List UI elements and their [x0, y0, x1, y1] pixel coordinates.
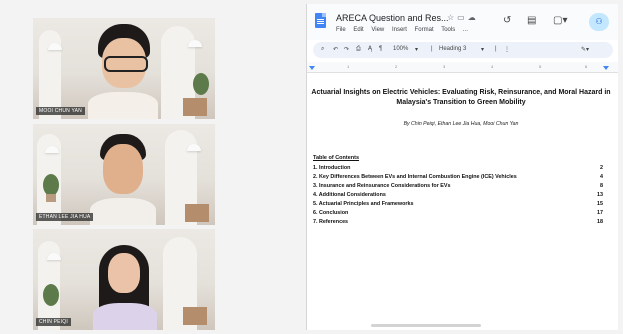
more-icon[interactable]: ⋮: [504, 46, 510, 53]
shirt: [88, 92, 158, 119]
toc-label: 3. Insurance and Reinsurance Considerati…: [313, 183, 451, 189]
share-icon[interactable]: ⚇: [589, 13, 609, 31]
participant-1-video: [88, 24, 158, 119]
participant-3-video: [93, 245, 157, 330]
horizontal-scrollbar[interactable]: [371, 324, 481, 327]
video-tile-3[interactable]: CHIN PEIQI: [33, 229, 215, 330]
menu-more[interactable]: ...: [463, 27, 468, 33]
search-icon[interactable]: ⌕: [321, 46, 324, 53]
toc-label: 7. References: [313, 219, 349, 225]
document-authors: By Chin Peiqi, Ethan Lee Jia Hua, Mooi C…: [403, 121, 519, 127]
toc-item[interactable]: 7. References 18: [313, 219, 603, 227]
cabinet: [183, 307, 207, 325]
plant: [43, 174, 59, 196]
ruler-mark: 1: [347, 64, 350, 69]
toc-title: Table of Contents: [313, 155, 360, 161]
toc-item[interactable]: 1. Introduction 2: [313, 165, 603, 173]
video-tile-1[interactable]: MOOI CHUN YAN: [33, 18, 215, 119]
participant-2-video: [88, 134, 158, 225]
redo-icon[interactable]: ↷: [344, 46, 349, 53]
document-title[interactable]: ARECA Question and Res...: [336, 13, 449, 23]
cabinet: [183, 98, 207, 116]
document-heading: Actuarial Insights on Electric Vehicles:…: [311, 89, 611, 106]
edit-mode-icon[interactable]: ✎▾: [581, 46, 589, 53]
shirt: [93, 303, 157, 330]
toc-item[interactable]: 4. Additional Considerations 13: [313, 192, 603, 200]
plant: [193, 73, 209, 95]
toc-page: 17: [597, 210, 603, 216]
pendant-lamp: [47, 253, 61, 260]
ruler: 1 2 3 4 5 6: [307, 62, 618, 73]
meet-icon[interactable]: ▢▾: [553, 15, 567, 26]
pendant-lamp: [48, 43, 62, 50]
toc-label: 2. Key Differences Between EVs and Inter…: [313, 174, 517, 180]
toc-label: 6. Conclusion: [313, 210, 349, 216]
toc-label: 1. Introduction: [313, 165, 351, 171]
left-indent-marker[interactable]: [309, 66, 315, 70]
chevron-down-icon[interactable]: ▾: [415, 46, 418, 53]
menu-format[interactable]: Format: [415, 27, 434, 33]
shirt: [90, 198, 156, 225]
print-icon[interactable]: ⎙: [356, 46, 361, 53]
plant-pot: [46, 194, 56, 202]
chevron-down-icon[interactable]: ▾: [481, 46, 484, 53]
cloud-icon[interactable]: ☁: [468, 13, 479, 22]
video-call-panel: MOOI CHUN YAN ETHAN LEE JIA HUA CHIN PEI…: [0, 0, 306, 334]
right-indent-marker[interactable]: [603, 66, 609, 70]
menu-tools[interactable]: Tools: [441, 27, 455, 33]
toc-label: 4. Additional Considerations: [313, 192, 386, 198]
folder-icon[interactable]: ▭: [457, 13, 468, 22]
ruler-mark: 4: [491, 64, 494, 69]
paint-format-icon[interactable]: ¶: [379, 46, 382, 52]
toc-page: 8: [600, 183, 603, 189]
participant-name: MOOI CHUN YAN: [36, 107, 85, 115]
spellcheck-icon[interactable]: Ą: [368, 46, 372, 52]
ruler-mark: 6: [585, 64, 588, 69]
title-icons: ☆▭☁: [447, 13, 479, 22]
menu-bar: File Edit View Insert Format Tools ...: [336, 27, 474, 33]
formatting-toolbar: ⌕ ↶ ↷ ⎙ Ą ¶ 100% ▾ | Heading 3 ▾ | ⋮ ✎▾: [313, 42, 613, 58]
undo-icon[interactable]: ↶: [333, 46, 338, 53]
comment-icon[interactable]: ▤: [527, 15, 536, 26]
paragraph-style-select[interactable]: Heading 3: [439, 46, 466, 52]
menu-view[interactable]: View: [371, 27, 384, 33]
menu-insert[interactable]: Insert: [392, 27, 407, 33]
star-icon[interactable]: ☆: [447, 13, 457, 22]
toc-item[interactable]: 6. Conclusion 17: [313, 210, 603, 218]
pendant-lamp: [45, 146, 59, 153]
docs-logo-icon[interactable]: [315, 13, 326, 28]
divider: |: [495, 46, 497, 52]
ruler-mark: 3: [443, 64, 446, 69]
plant: [43, 284, 59, 306]
video-tile-2[interactable]: ETHAN LEE JIA HUA: [33, 124, 215, 225]
glasses-icon: [104, 56, 148, 72]
divider: |: [431, 46, 433, 52]
cabinet: [185, 204, 209, 222]
toc-page: 18: [597, 219, 603, 225]
zoom-select[interactable]: 100%: [393, 46, 408, 52]
google-docs-window: ARECA Question and Res... ☆▭☁ File Edit …: [306, 4, 618, 330]
toc-label: 5. Actuarial Principles and Frameworks: [313, 201, 414, 207]
face: [103, 144, 143, 194]
menu-edit[interactable]: Edit: [353, 27, 363, 33]
history-icon[interactable]: ↺: [503, 15, 511, 26]
toc-page: 4: [600, 174, 603, 180]
toc-item[interactable]: 2. Key Differences Between EVs and Inter…: [313, 174, 603, 182]
toc-page: 13: [597, 192, 603, 198]
participant-name: CHIN PEIQI: [36, 318, 71, 326]
ruler-mark: 5: [539, 64, 542, 69]
menu-file[interactable]: File: [336, 27, 346, 33]
ruler-mark: 2: [395, 64, 398, 69]
toc-page: 2: [600, 165, 603, 171]
toc-page: 15: [597, 201, 603, 207]
pendant-lamp: [188, 40, 202, 47]
participant-name: ETHAN LEE JIA HUA: [36, 213, 94, 221]
docs-title-bar: ARECA Question and Res... ☆▭☁ File Edit …: [307, 4, 618, 40]
toc-item[interactable]: 5. Actuarial Principles and Frameworks 15: [313, 201, 603, 209]
face: [108, 253, 140, 293]
toc-item[interactable]: 3. Insurance and Reinsurance Considerati…: [313, 183, 603, 191]
pendant-lamp: [187, 144, 201, 151]
